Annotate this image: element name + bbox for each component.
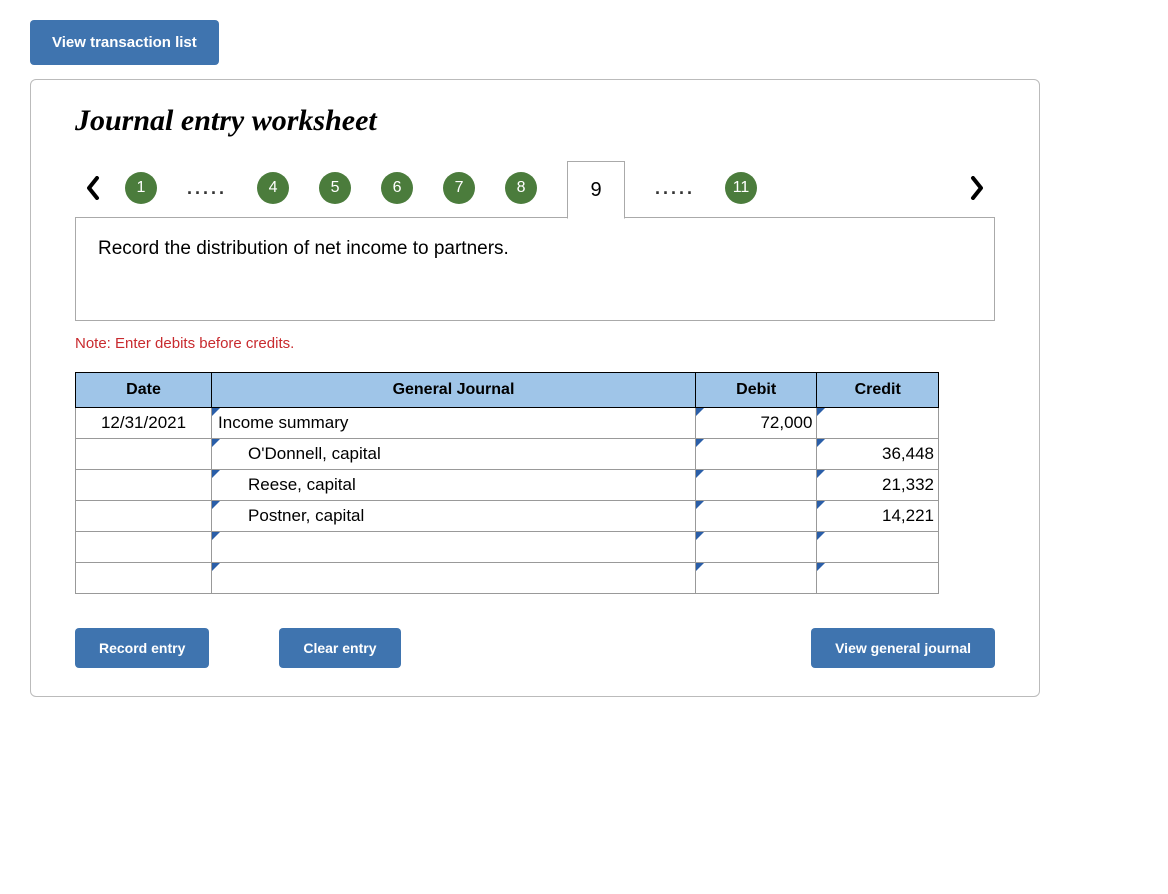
table-row: Reese, capital 21,332 bbox=[76, 470, 939, 501]
credit-cell[interactable]: 36,448 bbox=[817, 439, 938, 469]
tab-label: 9 bbox=[590, 179, 601, 202]
table-row bbox=[76, 563, 939, 594]
tab-label: 8 bbox=[517, 179, 526, 197]
chevron-left-icon bbox=[85, 176, 101, 200]
credit-cell[interactable] bbox=[817, 532, 938, 562]
tab-label: 6 bbox=[393, 179, 402, 197]
table-row: O'Donnell, capital 36,448 bbox=[76, 439, 939, 470]
debit-cell[interactable] bbox=[696, 439, 817, 469]
tab-11[interactable]: 11 bbox=[725, 172, 757, 204]
col-gj-header: General Journal bbox=[212, 373, 696, 408]
entry-tabs: 1 ..... 4 5 6 7 8 9 ..... 11 bbox=[75, 158, 995, 218]
date-cell[interactable] bbox=[76, 501, 211, 531]
account-cell[interactable]: O'Donnell, capital bbox=[212, 439, 695, 469]
date-cell[interactable] bbox=[76, 470, 211, 500]
tab-label: 7 bbox=[455, 179, 464, 197]
journal-table: Date General Journal Debit Credit 12/31/… bbox=[75, 372, 939, 594]
tab-9-active[interactable]: 9 bbox=[567, 161, 625, 219]
account-cell[interactable] bbox=[212, 563, 695, 593]
view-general-journal-button[interactable]: View general journal bbox=[811, 628, 995, 668]
account-cell[interactable] bbox=[212, 532, 695, 562]
clear-entry-button[interactable]: Clear entry bbox=[279, 628, 400, 668]
debit-cell[interactable] bbox=[696, 470, 817, 500]
view-transaction-list-button[interactable]: View transaction list bbox=[30, 20, 219, 65]
table-header-row: Date General Journal Debit Credit bbox=[76, 373, 939, 408]
credit-cell[interactable] bbox=[817, 408, 938, 438]
table-row: Postner, capital 14,221 bbox=[76, 501, 939, 532]
tab-label: 1 bbox=[137, 179, 146, 197]
col-credit-header: Credit bbox=[817, 373, 939, 408]
action-buttons: Record entry Clear entry View general jo… bbox=[75, 628, 995, 668]
credit-cell[interactable] bbox=[817, 563, 938, 593]
tab-7[interactable]: 7 bbox=[443, 172, 475, 204]
chevron-right-icon bbox=[969, 176, 985, 200]
tabs-ellipsis: ..... bbox=[655, 178, 695, 199]
table-row: 12/31/2021Income summary72,000 bbox=[76, 408, 939, 439]
tab-5[interactable]: 5 bbox=[319, 172, 351, 204]
journal-entry-worksheet: Journal entry worksheet 1 ..... 4 5 6 7 … bbox=[30, 79, 1040, 697]
tabs-prev-button[interactable] bbox=[75, 170, 111, 206]
tabs-ellipsis: ..... bbox=[187, 178, 227, 199]
account-cell[interactable]: Income summary bbox=[212, 408, 695, 438]
debits-before-credits-note: Note: Enter debits before credits. bbox=[75, 335, 995, 352]
tab-label: 5 bbox=[331, 179, 340, 197]
date-cell[interactable] bbox=[76, 532, 211, 562]
tab-8[interactable]: 8 bbox=[505, 172, 537, 204]
date-cell[interactable] bbox=[76, 439, 211, 469]
date-cell[interactable]: 12/31/2021 bbox=[76, 408, 211, 438]
date-cell[interactable] bbox=[76, 563, 211, 593]
col-date-header: Date bbox=[76, 373, 212, 408]
table-row bbox=[76, 532, 939, 563]
account-cell[interactable]: Reese, capital bbox=[212, 470, 695, 500]
tab-4[interactable]: 4 bbox=[257, 172, 289, 204]
tab-1[interactable]: 1 bbox=[125, 172, 157, 204]
credit-cell[interactable]: 21,332 bbox=[817, 470, 938, 500]
tab-label: 11 bbox=[733, 179, 750, 197]
col-debit-header: Debit bbox=[695, 373, 817, 408]
record-entry-button[interactable]: Record entry bbox=[75, 628, 209, 668]
tab-label: 4 bbox=[269, 179, 278, 197]
debit-cell[interactable] bbox=[696, 563, 817, 593]
debit-cell[interactable] bbox=[696, 532, 817, 562]
entry-instruction: Record the distribution of net income to… bbox=[75, 217, 995, 321]
tab-6[interactable]: 6 bbox=[381, 172, 413, 204]
credit-cell[interactable]: 14,221 bbox=[817, 501, 938, 531]
debit-cell[interactable] bbox=[696, 501, 817, 531]
tabs-next-button[interactable] bbox=[959, 170, 995, 206]
debit-cell[interactable]: 72,000 bbox=[696, 408, 817, 438]
worksheet-title: Journal entry worksheet bbox=[75, 104, 995, 138]
account-cell[interactable]: Postner, capital bbox=[212, 501, 695, 531]
